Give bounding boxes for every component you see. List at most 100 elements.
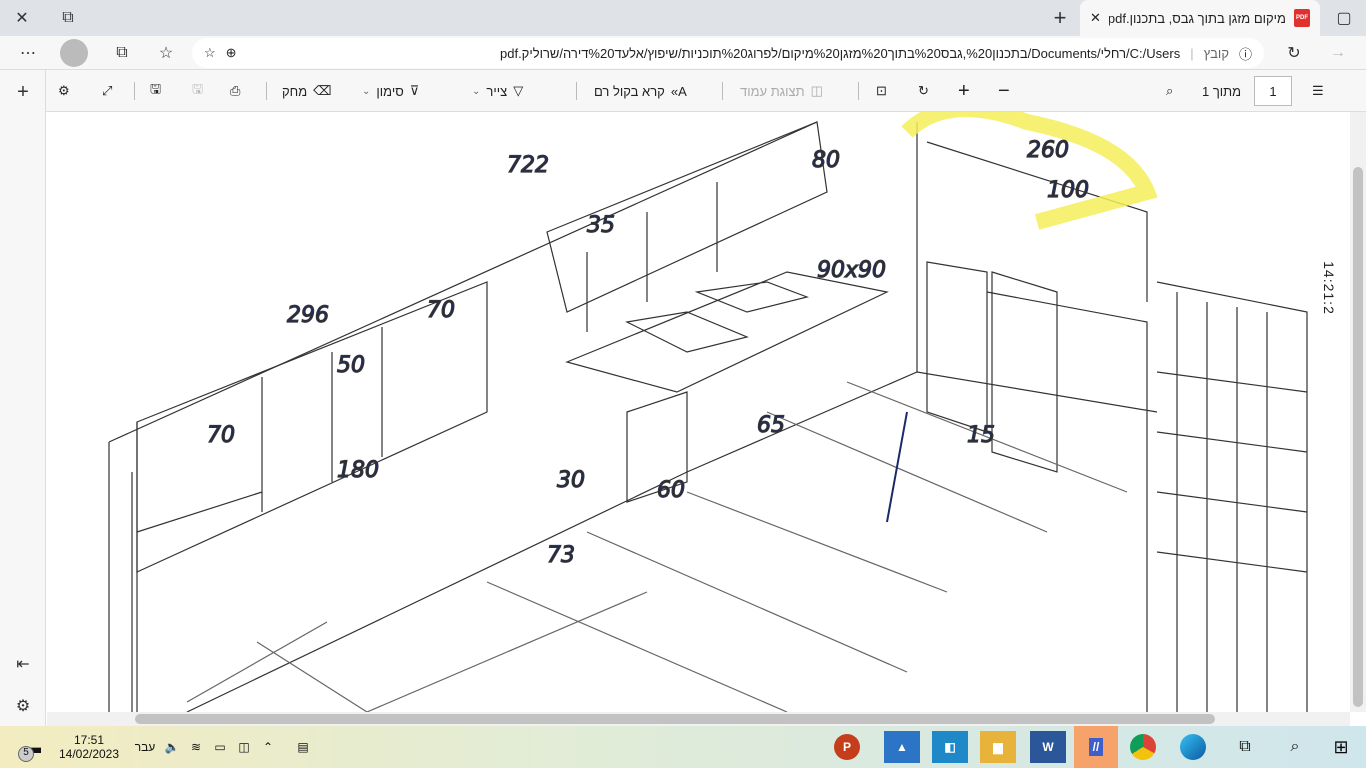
zoom-out-icon[interactable]: − <box>998 70 1010 112</box>
page-view-icon: ◫ <box>810 83 823 98</box>
chevron-down-icon[interactable]: ⌄ <box>362 86 370 97</box>
close-tab-icon[interactable]: ✕ <box>1090 10 1101 26</box>
divider <box>134 82 135 100</box>
news-icon[interactable]: ▤ <box>288 726 318 768</box>
tab-active[interactable]: PDF מיקום מזגן בתוך גבס, בתכנון.pdf ✕ <box>1080 0 1320 36</box>
sketch-label: 722 <box>507 153 549 178</box>
photos-icon[interactable]: ▲ <box>884 731 920 763</box>
zoom-icon[interactable]: ⊕ <box>226 45 237 61</box>
sketch-label: 100 <box>1047 178 1089 203</box>
save-icon[interactable]: 🖫 <box>192 70 203 112</box>
camera-icon[interactable]: ◫ <box>234 726 254 768</box>
notifications-button[interactable]: ▬ 5 <box>14 726 50 768</box>
tab-bar: ✕ ⧉ + PDF מיקום מזגן בתוך גבס, בתכנון.pd… <box>0 0 1366 36</box>
page-view-label: תצוגת עמוד <box>740 83 805 99</box>
sketch-label: 90x90 <box>817 258 886 283</box>
tab-actions-icon[interactable]: ✕ <box>8 4 36 32</box>
sidebar: + ⇤ ⚙ <box>0 70 46 726</box>
scroll-thumb[interactable] <box>1353 167 1363 707</box>
sketch-label: 60 <box>657 478 685 503</box>
file-label: קובץ <box>1203 45 1229 61</box>
sketch-label: 15 <box>967 423 995 448</box>
horizontal-scrollbar[interactable] <box>47 712 1350 726</box>
more-icon[interactable]: ⋯ <box>14 38 42 68</box>
clock[interactable]: 17:51 14/02/2023 <box>56 726 122 768</box>
wifi-icon[interactable]: ≋ <box>186 726 206 768</box>
erase-button[interactable]: ⌫ מחק <box>282 70 332 112</box>
forward-icon[interactable]: → <box>1324 38 1352 68</box>
sketch-label: 70 <box>207 423 235 448</box>
file-explorer-icon[interactable]: ▆ <box>980 731 1016 763</box>
workspaces-icon[interactable]: ⧉ <box>54 4 82 32</box>
sketch-label: 50 <box>337 353 365 378</box>
task-view-icon[interactable]: ⧉ <box>1230 726 1260 768</box>
edge-icon[interactable] <box>1180 734 1206 760</box>
time: 17:51 <box>73 733 105 747</box>
remote-desktop-icon[interactable]: ◧ <box>932 731 968 763</box>
vertical-scrollbar[interactable] <box>1350 112 1366 712</box>
scroll-thumb[interactable] <box>135 714 1215 724</box>
battery-icon[interactable]: ▭ <box>210 726 230 768</box>
hide-sidebar-icon[interactable]: ⇤ <box>9 652 37 676</box>
powerpoint-icon[interactable]: P <box>834 734 860 760</box>
collections-icon[interactable]: ⧉ <box>108 38 136 68</box>
page-number-input[interactable]: 1 <box>1254 76 1292 106</box>
taskbar: ▬ 5 17:51 14/02/2023 עבר 🔈 ≋ ▭ ◫ ⌃ ▤ P ▲ ◧… <box>0 726 1366 768</box>
search-icon[interactable]: ⌕ <box>1166 70 1173 112</box>
chevron-down-icon[interactable]: ⌄ <box>472 86 480 97</box>
pdf-settings-icon[interactable]: ⚙ <box>58 70 70 112</box>
draw-label: צייר <box>486 83 508 99</box>
add-sidebar-icon[interactable]: + <box>9 80 37 104</box>
sketch-label: 180 <box>337 458 379 483</box>
new-tab-button[interactable]: + <box>1046 4 1074 32</box>
profile-avatar[interactable] <box>60 39 88 67</box>
chrome-icon[interactable] <box>1130 734 1156 760</box>
fullscreen-icon[interactable]: ⤢ <box>102 70 112 112</box>
sketch-label: 30 <box>557 468 585 493</box>
volume-icon[interactable]: 🔈 <box>162 726 182 768</box>
search-taskbar-icon[interactable]: ⌕ <box>1280 726 1310 768</box>
add-favorite-icon[interactable]: ☆ <box>204 45 216 61</box>
language-indicator[interactable]: עבר <box>130 726 160 768</box>
print-icon[interactable]: ⎙ <box>230 70 240 112</box>
highlight-label: סימון <box>376 83 404 99</box>
start-icon[interactable]: ⊞ <box>1326 726 1356 768</box>
tab-layout-icon[interactable]: ▢ <box>1330 4 1358 32</box>
sketch-label: 260 <box>1027 138 1069 163</box>
pdf-icon: PDF <box>1294 9 1310 27</box>
highlight-button[interactable]: ⊽ סימון ⌄ <box>362 70 419 112</box>
rotate-icon[interactable]: ↻ <box>918 70 929 112</box>
show-hidden-icon[interactable]: ⌃ <box>258 726 278 768</box>
settings-icon[interactable]: ⚙ <box>9 694 37 718</box>
sketch-label: 70 <box>427 298 455 323</box>
read-aloud-label: קרא בקול רם <box>594 83 665 99</box>
autodesk-icon[interactable]: // <box>1074 726 1118 768</box>
sketch-label: 35 <box>587 213 615 238</box>
scanned-time-label: 14:21:2 <box>1321 261 1337 315</box>
pdf-toolbar: ⚙ ⤢ 🖫 🖫 ⎙ ⌫ מחק ⊽ סימון ⌄ ▽ צייר ⌄ A» קרא בקול… <box>46 70 1366 112</box>
erase-label: מחק <box>282 83 308 99</box>
sketch-label: 296 <box>287 303 329 328</box>
date: 14/02/2023 <box>58 747 120 761</box>
divider: | <box>1190 45 1194 61</box>
pen-icon: ▽ <box>513 83 524 98</box>
highlighter-icon: ⊽ <box>409 83 420 98</box>
read-aloud-button[interactable]: A» קרא בקול רם <box>594 70 687 112</box>
address-row: ⋯ ⧉ ☆ ⓘ קובץ | C:/Users/רחלי/Documents/ב… <box>0 36 1366 70</box>
fit-width-icon[interactable]: ⊡ <box>876 70 887 112</box>
kitchen-sketch: 722 296 70 50 35 70 80 90x90 60 180 100 … <box>108 112 1308 712</box>
save-as-icon[interactable]: 🖫 <box>150 70 161 112</box>
draw-button[interactable]: ▽ צייר ⌄ <box>472 70 523 112</box>
favorites-icon[interactable]: ☆ <box>152 38 180 68</box>
page-view-button[interactable]: ◫ תצוגת עמוד <box>740 70 823 112</box>
zoom-in-icon[interactable]: + <box>958 70 970 112</box>
divider <box>576 82 577 100</box>
refresh-icon[interactable]: ↻ <box>1280 38 1308 68</box>
contents-icon[interactable]: ☰ <box>1312 70 1324 112</box>
word-icon[interactable]: W <box>1030 731 1066 763</box>
info-icon[interactable]: ⓘ <box>1239 44 1252 63</box>
url-text[interactable]: C:/Users/רחלי/Documents/בתכנון%20,גבס%20… <box>247 46 1180 61</box>
tab-title: מיקום מזגן בתוך גבס, בתכנון.pdf <box>1108 10 1286 26</box>
sketch-label: 80 <box>812 148 840 173</box>
address-bar[interactable]: ⓘ קובץ | C:/Users/רחלי/Documents/בתכנון%… <box>192 38 1264 68</box>
